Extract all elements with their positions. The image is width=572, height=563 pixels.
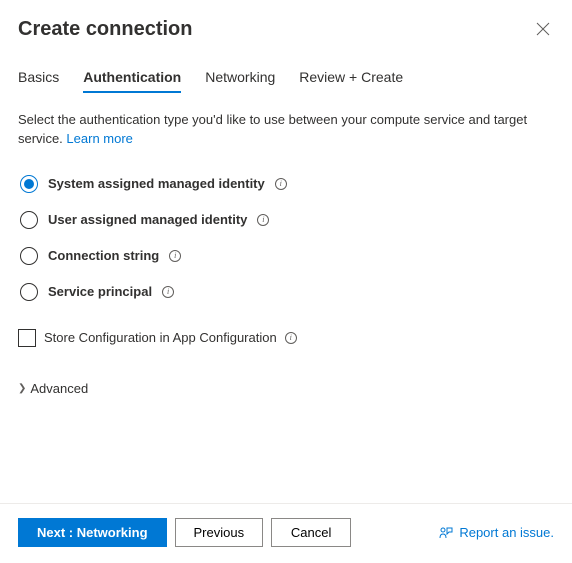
radio-row-user-assigned[interactable]: User assigned managed identity i	[20, 211, 554, 229]
description-text: Select the authentication type you'd lik…	[18, 111, 554, 149]
radio-label: Connection string	[48, 248, 159, 263]
info-icon[interactable]: i	[162, 286, 174, 298]
learn-more-link[interactable]: Learn more	[66, 131, 132, 146]
radio-row-system-assigned[interactable]: System assigned managed identity i	[20, 175, 554, 193]
advanced-label: Advanced	[30, 381, 88, 396]
info-icon[interactable]: i	[169, 250, 181, 262]
tab-bar: Basics Authentication Networking Review …	[18, 69, 554, 93]
store-config-checkbox[interactable]	[18, 329, 36, 347]
radio-row-service-principal[interactable]: Service principal i	[20, 283, 554, 301]
info-icon[interactable]: i	[257, 214, 269, 226]
spacer	[18, 396, 554, 503]
tab-authentication[interactable]: Authentication	[83, 69, 181, 93]
close-icon	[536, 22, 550, 36]
info-icon[interactable]: i	[275, 178, 287, 190]
radio-input[interactable]	[20, 247, 38, 265]
radio-input[interactable]	[20, 175, 38, 193]
advanced-expander[interactable]: ❯ Advanced	[18, 381, 554, 396]
tab-review-create[interactable]: Review + Create	[299, 69, 403, 93]
radio-label: Service principal	[48, 284, 152, 299]
footer: Next : Networking Previous Cancel Report…	[18, 504, 554, 563]
tab-networking[interactable]: Networking	[205, 69, 275, 93]
cancel-button[interactable]: Cancel	[271, 518, 351, 547]
radio-input[interactable]	[20, 211, 38, 229]
auth-type-radio-group: System assigned managed identity i User …	[18, 175, 554, 301]
panel-header: Create connection	[18, 18, 554, 41]
previous-button[interactable]: Previous	[175, 518, 264, 547]
info-icon[interactable]: i	[285, 332, 297, 344]
report-issue-link[interactable]: Report an issue.	[439, 525, 554, 540]
tab-basics[interactable]: Basics	[18, 69, 59, 93]
report-issue-label: Report an issue.	[459, 525, 554, 540]
close-button[interactable]	[532, 18, 554, 40]
store-config-row[interactable]: Store Configuration in App Configuration…	[18, 329, 554, 347]
person-feedback-icon	[439, 526, 453, 540]
next-button[interactable]: Next : Networking	[18, 518, 167, 547]
store-config-label: Store Configuration in App Configuration	[44, 330, 277, 345]
radio-input[interactable]	[20, 283, 38, 301]
panel-title: Create connection	[18, 18, 192, 41]
radio-row-connection-string[interactable]: Connection string i	[20, 247, 554, 265]
chevron-right-icon: ❯	[18, 383, 26, 394]
radio-label: User assigned managed identity	[48, 212, 247, 227]
create-connection-panel: Create connection Basics Authentication …	[0, 0, 572, 563]
radio-label: System assigned managed identity	[48, 176, 265, 191]
